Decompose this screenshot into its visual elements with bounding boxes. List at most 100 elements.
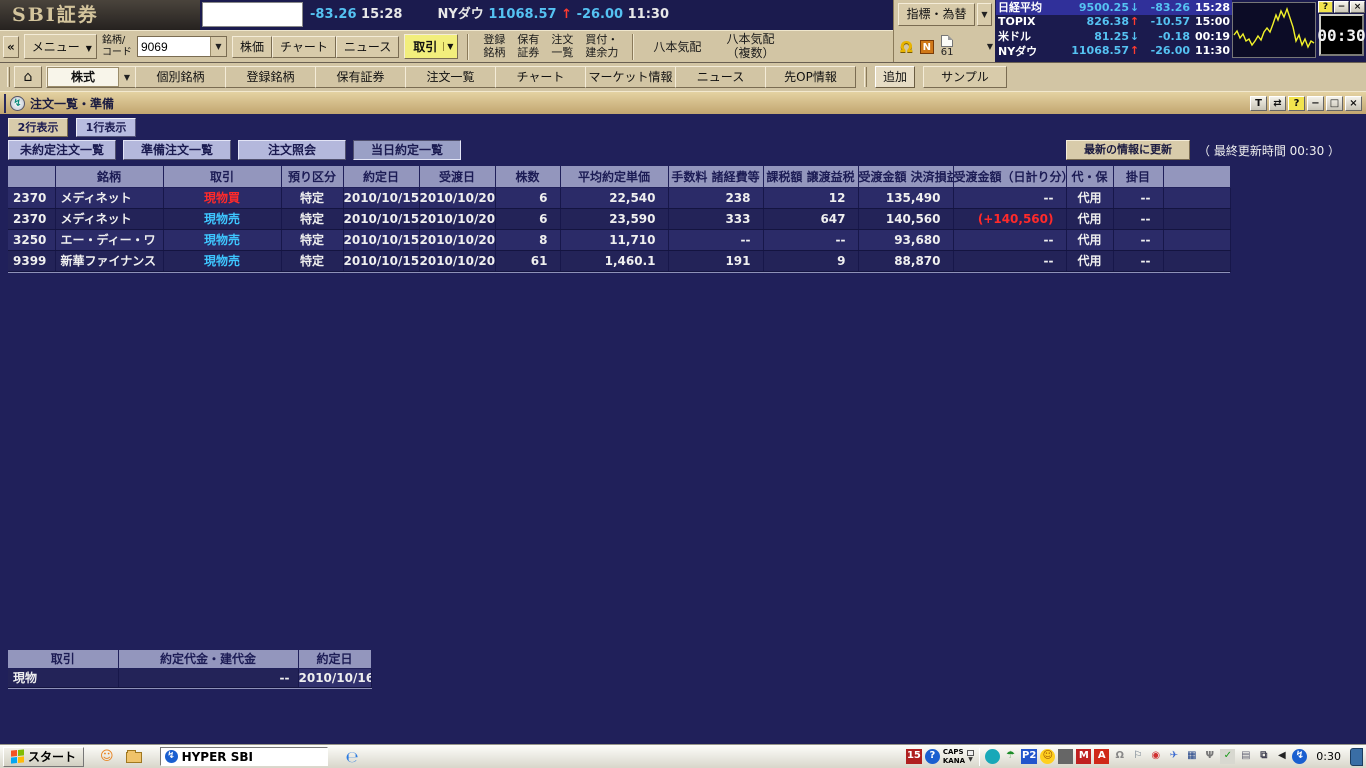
market-index-row[interactable]: 日経平均 9500.25 ↓ -83.26 15:28 — [996, 0, 1232, 15]
cell-avg-price: 11,710 — [560, 229, 668, 250]
tray-window-icon[interactable] — [1058, 749, 1073, 764]
sample-button[interactable]: サンプル — [923, 66, 1007, 88]
start-button[interactable]: スタート — [3, 747, 84, 767]
tray-smiley-icon[interactable]: ☺ — [1040, 749, 1055, 764]
nav-tab[interactable]: 先OP情報 — [765, 66, 856, 88]
code-input[interactable] — [138, 37, 210, 56]
view-tab[interactable]: 準備注文一覧 — [123, 140, 231, 160]
quick-button[interactable]: ニュース — [336, 36, 399, 58]
execution-row[interactable]: 3250 エー・ディー・ワ 現物売 特定 2010/10/15 2010/10/… — [8, 229, 1230, 250]
window-close-button[interactable]: × — [1345, 96, 1362, 111]
toolbar-grip[interactable] — [7, 67, 10, 87]
market-index-row[interactable]: NYダウ 11068.57 ↑ -26.00 11:30 — [996, 44, 1232, 59]
execution-row[interactable]: 2370 メディネット 現物買 特定 2010/10/15 2010/10/20… — [8, 187, 1230, 208]
cell-code: 3250 — [8, 229, 55, 250]
window-help-button[interactable]: ? — [1288, 96, 1305, 111]
display-mode-button[interactable]: 2行表示 — [8, 118, 68, 137]
toolbar-link[interactable]: 注文一覧 — [546, 34, 578, 59]
view-tab[interactable]: 注文照会 — [238, 140, 346, 160]
quick-button[interactable]: チャート — [272, 36, 336, 58]
cell-daiho: 代用 — [1066, 208, 1113, 229]
tray-speaker-icon[interactable]: ◀ — [1274, 749, 1289, 764]
indicator-dropdown[interactable]: 指標・為替 — [898, 3, 975, 26]
taskbar-clock[interactable]: 0:30 — [1316, 750, 1341, 763]
nav-tab[interactable]: マーケット情報 — [585, 66, 676, 88]
view-tab[interactable]: 当日約定一覧 — [353, 140, 461, 160]
tray-usb-icon[interactable]: ✓ — [1220, 749, 1235, 764]
board-multi-link[interactable]: 八本気配（複数） — [716, 33, 784, 61]
nav-tab[interactable]: ニュース — [675, 66, 766, 88]
show-desktop-button[interactable] — [1350, 748, 1363, 766]
quick-button[interactable]: 株価 — [232, 36, 272, 58]
nav-tab[interactable]: チャート — [495, 66, 586, 88]
ime-caps-kana-indicator[interactable]: CAPSKANA ▼ — [943, 748, 974, 765]
execution-row[interactable]: 2370 メディネット 現物売 特定 2010/10/15 2010/10/20… — [8, 208, 1230, 229]
ticker-input[interactable] — [203, 3, 302, 26]
tray-fire-icon[interactable]: ◉ — [1148, 749, 1163, 764]
tray-p2-icon[interactable]: P2 — [1021, 749, 1037, 764]
view-tab[interactable]: 未約定注文一覧 — [8, 140, 116, 160]
refresh-button[interactable]: 最新の情報に更新 — [1066, 140, 1190, 160]
app-minimize-button[interactable]: − — [1334, 1, 1349, 13]
cell-account: 特定 — [281, 229, 343, 250]
tray-messenger-icon[interactable] — [985, 749, 1000, 764]
tray-help-icon[interactable]: ? — [925, 749, 940, 764]
app-close-button[interactable]: × — [1350, 1, 1365, 13]
tray-acrobat-icon[interactable]: A — [1094, 749, 1109, 764]
window-swap-button[interactable]: ⇄ — [1269, 96, 1286, 111]
toolbar-link[interactable]: 保有証券 — [512, 34, 544, 59]
tray-flag-icon[interactable]: ⚐ — [1130, 749, 1145, 764]
trade-button[interactable]: 取引▼ — [404, 34, 458, 59]
tray-network-icon[interactable]: ⧉ — [1256, 749, 1271, 764]
cell-filler — [1163, 250, 1230, 271]
nav-tab[interactable]: 保有証券 — [315, 66, 406, 88]
window-restore-button[interactable]: □ — [1326, 96, 1343, 111]
board-link[interactable]: 八本気配 — [643, 32, 711, 62]
taskbar-task-hyper-sbi[interactable]: ↯ HYPER SBI — [160, 747, 328, 766]
tray-antenna-icon[interactable]: Ψ — [1202, 749, 1217, 764]
nav-tab[interactable]: 個別銘柄 — [135, 66, 226, 88]
code-dropdown-arrow-icon[interactable]: ▼ — [210, 37, 226, 56]
execution-row[interactable]: 9399 新華ファイナンス 現物売 特定 2010/10/15 2010/10/… — [8, 250, 1230, 271]
window-minimize-button[interactable]: − — [1307, 96, 1324, 111]
tray-mcafee-shield-icon[interactable]: M — [1076, 749, 1091, 764]
bell-icon[interactable]: Ω — [900, 38, 913, 56]
window-text-button[interactable]: T — [1250, 96, 1267, 111]
collapse-toolbar-button[interactable]: « — [3, 36, 19, 58]
display-mode-button[interactable]: 1行表示 — [76, 118, 136, 137]
cell-settle-date: 2010/10/20 — [419, 250, 495, 271]
nav-tab[interactable]: 登録銘柄 — [225, 66, 316, 88]
market-index-row[interactable]: TOPIX 826.38 ↑ -10.57 15:00 — [996, 15, 1232, 30]
nydow-change: -26.00 — [577, 7, 624, 22]
cell-amount: 93,680 — [858, 229, 953, 250]
cell-account: 特定 — [281, 187, 343, 208]
cell-filler — [1163, 208, 1230, 229]
app-help-button[interactable]: ? — [1318, 1, 1333, 13]
tray-hypersbi-icon[interactable]: ↯ — [1292, 749, 1307, 764]
indicator-dropdown-arrow-icon[interactable]: ▼ — [977, 3, 992, 26]
news-n-icon[interactable]: N — [920, 40, 934, 54]
toolbar-link[interactable]: 登録銘柄 — [478, 34, 510, 59]
tray-rocket-icon[interactable]: ✈ — [1166, 749, 1181, 764]
window-refresh-icon: ↯ — [10, 96, 25, 111]
cat-quicklaunch-icon[interactable]: ☺ — [100, 750, 114, 763]
tray-clipboard-icon[interactable]: ▤ — [1238, 749, 1253, 764]
code-combobox: ▼ — [137, 36, 227, 57]
menu-button[interactable]: メニュー▼ — [24, 34, 97, 59]
nav-tab[interactable]: 注文一覧 — [405, 66, 496, 88]
tray-tv-icon[interactable]: ▦ — [1184, 749, 1199, 764]
cell-code: 2370 — [8, 208, 55, 229]
trend-arrow-icon: ↓ — [1129, 1, 1140, 14]
toolbar-link[interactable]: 買付・建余力 — [580, 34, 623, 59]
memo-count[interactable]: 61 — [941, 35, 954, 58]
home-button[interactable]: ⌂ — [14, 66, 42, 88]
add-tab-button[interactable]: 追加 — [875, 66, 915, 88]
tray-umbrella-icon[interactable]: ☂ — [1003, 749, 1018, 764]
folder-quicklaunch-icon[interactable] — [126, 752, 142, 763]
notification-dropdown-arrow-icon[interactable]: ▼ — [987, 42, 993, 51]
market-index-row[interactable]: 米ドル 81.25 ↓ -0.18 00:19 — [996, 29, 1232, 44]
tray-bell-icon[interactable]: Ω — [1112, 749, 1127, 764]
stock-tab-dropdown[interactable]: 株式 ▼ — [46, 66, 136, 88]
internet-explorer-icon[interactable]: ℮ — [346, 748, 359, 766]
tray-ime15-icon[interactable]: 15 — [906, 749, 922, 764]
